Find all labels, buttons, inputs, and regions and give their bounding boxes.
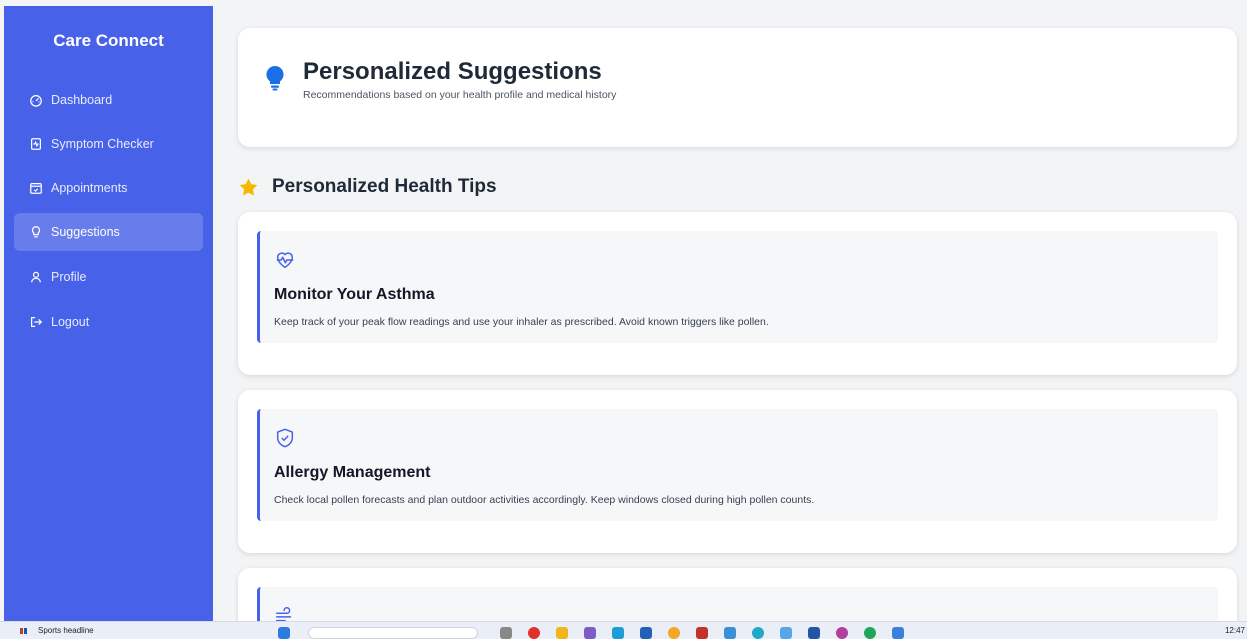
taskview-icon[interactable] bbox=[500, 627, 512, 639]
tip-title: Allergy Management bbox=[274, 464, 431, 481]
dashboard-icon bbox=[29, 93, 43, 107]
lightbulb-icon bbox=[29, 225, 43, 239]
windows-start-icon[interactable] bbox=[278, 627, 290, 639]
sidebar: Care Connect Dashboard Symptom Checker A… bbox=[4, 6, 213, 621]
taskbar-news-text: Sports headline bbox=[38, 626, 94, 635]
tip-card: Monitor Your Asthma Keep track of your p… bbox=[238, 212, 1237, 375]
sidebar-item-profile[interactable]: Profile bbox=[14, 258, 203, 296]
lightbulb-icon bbox=[265, 65, 285, 91]
teams-icon[interactable] bbox=[584, 627, 596, 639]
app-icon[interactable] bbox=[892, 627, 904, 639]
sidebar-item-label: Symptom Checker bbox=[51, 137, 154, 151]
sidebar-item-suggestions[interactable]: Suggestions bbox=[14, 213, 203, 251]
sidebar-item-appointments[interactable]: Appointments bbox=[14, 169, 203, 207]
sidebar-item-label: Dashboard bbox=[51, 93, 113, 107]
app-icon[interactable] bbox=[724, 627, 736, 639]
page-header-card: Personalized Suggestions Recommendations… bbox=[238, 28, 1237, 147]
user-icon bbox=[29, 270, 43, 284]
os-taskbar: Sports headline 12:47 bbox=[0, 621, 1247, 639]
news-icon bbox=[20, 627, 28, 635]
main-content: Personalized Suggestions Recommendations… bbox=[213, 0, 1247, 621]
sidebar-item-label: Logout bbox=[51, 315, 90, 329]
tip-card-body bbox=[257, 587, 1218, 621]
tip-text: Check local pollen forecasts and plan ou… bbox=[274, 494, 815, 506]
sidebar-item-symptom-checker[interactable]: Symptom Checker bbox=[14, 125, 203, 163]
tip-card-body: Allergy Management Check local pollen fo… bbox=[257, 409, 1218, 521]
section-title-text: Personalized Health Tips bbox=[272, 176, 497, 197]
sidebar-item-label: Suggestions bbox=[51, 225, 120, 239]
brand-title: Care Connect bbox=[53, 31, 164, 50]
calendar-check-icon bbox=[29, 181, 43, 195]
taskbar-news-widget[interactable]: Sports headline bbox=[20, 626, 94, 635]
app-icon[interactable] bbox=[808, 627, 820, 639]
gmail-icon[interactable] bbox=[696, 627, 708, 639]
tip-text: Keep track of your peak flow readings an… bbox=[274, 316, 769, 328]
outlook-icon[interactable] bbox=[612, 627, 624, 639]
tip-card: Allergy Management Check local pollen fo… bbox=[238, 390, 1237, 553]
sidebar-item-logout[interactable]: Logout bbox=[14, 303, 203, 341]
section-title: Personalized Health Tips bbox=[238, 176, 497, 198]
app-icon[interactable] bbox=[836, 627, 848, 639]
sidebar-item-dashboard[interactable]: Dashboard bbox=[14, 81, 203, 119]
file-explorer-icon[interactable] bbox=[556, 627, 568, 639]
page-subtitle: Recommendations based on your health pro… bbox=[303, 89, 617, 101]
app-icon[interactable] bbox=[668, 627, 680, 639]
app-icon[interactable] bbox=[864, 627, 876, 639]
logout-icon bbox=[29, 315, 43, 329]
taskbar-clock[interactable]: 12:47 bbox=[1225, 626, 1245, 635]
symptom-checker-icon bbox=[29, 137, 43, 151]
sidebar-item-label: Profile bbox=[51, 270, 87, 284]
wind-icon bbox=[274, 605, 296, 621]
tip-card-body: Monitor Your Asthma Keep track of your p… bbox=[257, 231, 1218, 343]
tip-card bbox=[238, 568, 1237, 621]
star-icon bbox=[238, 177, 259, 198]
taskbar-search-box[interactable] bbox=[308, 627, 478, 639]
chrome-icon[interactable] bbox=[528, 627, 540, 639]
heart-pulse-icon bbox=[274, 249, 296, 271]
edge-icon[interactable] bbox=[752, 627, 764, 639]
app-icon[interactable] bbox=[780, 627, 792, 639]
tip-title: Monitor Your Asthma bbox=[274, 286, 435, 303]
shield-check-icon bbox=[274, 427, 296, 449]
word-icon[interactable] bbox=[640, 627, 652, 639]
page-title: Personalized Suggestions bbox=[303, 58, 602, 85]
sidebar-item-label: Appointments bbox=[51, 181, 128, 195]
